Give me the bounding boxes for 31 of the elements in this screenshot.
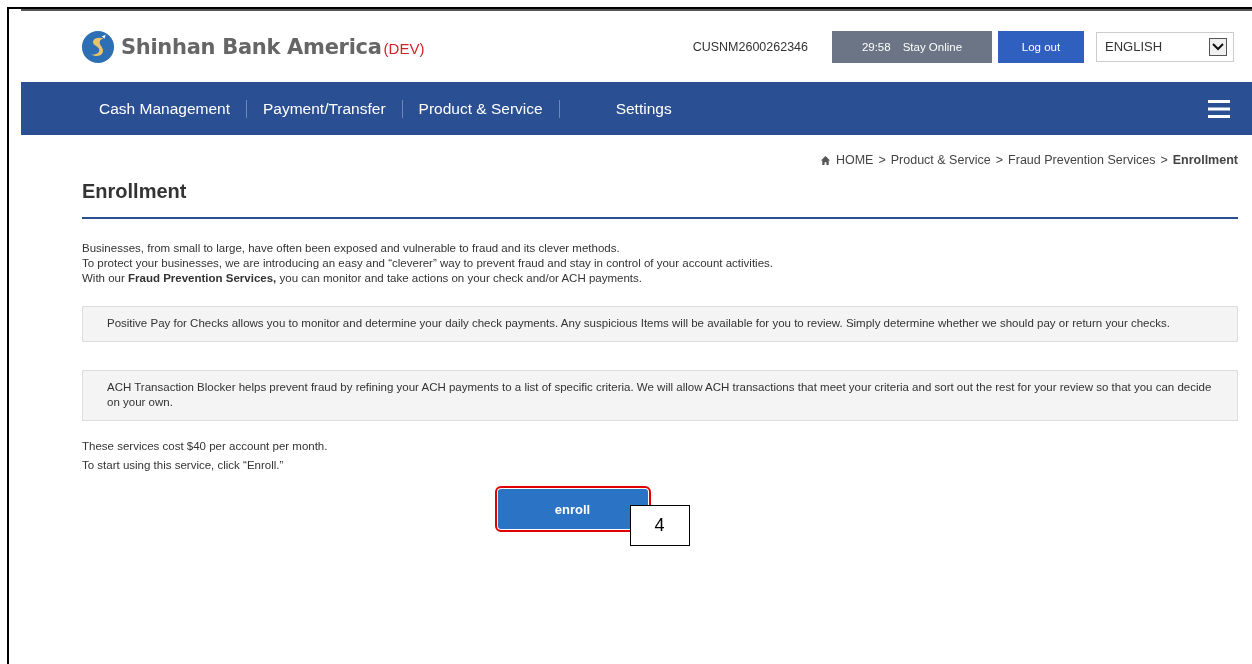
step-callout: 4 [629, 505, 690, 546]
logo-icon [81, 29, 115, 64]
intro-text: Businesses, from small to large, have often been exposed and vulnerable to fraud and its clever methods. [82, 241, 621, 256]
intro-text: With our Fraud Prevention Services, you can monitor and take actions on your check and/or ACH payments. [82, 271, 643, 286]
breadcrumb-current: Enrollment [1172, 153, 1238, 167]
breadcrumb-separator: > [1160, 153, 1168, 167]
enroll-button[interactable]: enroll [497, 489, 648, 529]
breadcrumb-link[interactable]: HOME [835, 153, 874, 167]
stay-online-button[interactable]: 29:58 Stay Online [832, 30, 992, 63]
nav-link[interactable]: Product & Service [418, 99, 543, 118]
menu-icon[interactable] [1208, 99, 1230, 118]
service-description: Positive Pay for Checks allows you to monitor and determine your daily check payments. Any suspicious Items will be available for you to review. Simply determine whether we should pay or return your checks. [107, 316, 1171, 331]
service-description: ACH Transaction Blocker helps prevent fraud by refining your ACH payments to a list of specific criteria. We will allow ACH transactions that meet your criteria and sort out the rest for your review so that you can decide on your own. [107, 380, 1213, 410]
breadcrumb-separator: > [995, 153, 1004, 167]
nav-link[interactable]: Payment/Transfer [262, 99, 386, 118]
bank-name: Shinhan Bank America [121, 34, 382, 59]
note-text: To start using this service, click “Enroll.” [82, 458, 285, 473]
dropdown-icon [1209, 37, 1227, 56]
breadcrumb-separator: > [878, 153, 886, 167]
note-text: These services cost $40 per account per month. [82, 439, 329, 454]
breadcrumb-link[interactable]: Fraud Prevention Services [1008, 153, 1156, 167]
nav-link[interactable]: Cash Management [99, 99, 230, 118]
language-select[interactable]: ENGLISH [1096, 31, 1234, 62]
breadcrumb-link[interactable]: Product & Service [890, 153, 991, 167]
logout-button[interactable]: Log out [998, 30, 1084, 63]
home-icon [819, 154, 831, 166]
user-id: CUSNM2600262346 [692, 39, 808, 54]
environment-label: (DEV) [383, 40, 425, 57]
intro-text: To protect your businesses, we are introducing an easy and “cleverer” way to prevent fraud and stay in control of your account activities. [82, 256, 774, 271]
page-title: Enrollment [82, 180, 1238, 219]
nav-link[interactable]: Settings [615, 99, 672, 118]
